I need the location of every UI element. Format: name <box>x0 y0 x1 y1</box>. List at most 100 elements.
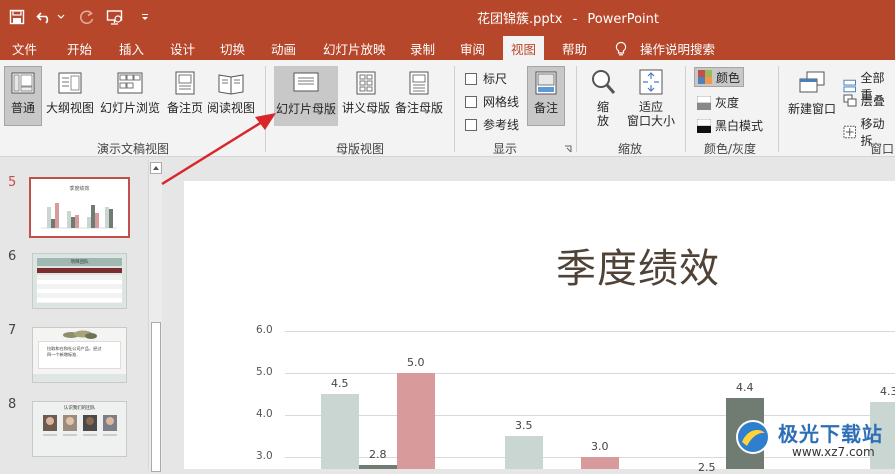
group-label-window: 窗口 <box>870 142 895 156</box>
ribbon-tabs: 文件 开始 插入 设计 切换 动画 幻灯片放映 录制 审阅 视图 帮助 操作说明… <box>0 34 895 60</box>
tell-me-label: 操作说明搜索 <box>640 42 716 57</box>
normal-view-button[interactable]: 普通 <box>4 66 42 126</box>
thumbnail-scrollbar[interactable] <box>148 160 162 472</box>
black-white-icon <box>697 118 711 133</box>
thumb8-title: 认识我们的团队 <box>63 406 96 411</box>
cascade-label: 层叠 <box>861 94 886 108</box>
notes-page-button[interactable]: 备注页 <box>165 67 205 116</box>
handout-master-label: 讲义母版 <box>341 101 390 115</box>
slide-thumbnail-6[interactable]: 项目团队 <box>32 253 127 309</box>
slide-master-button[interactable]: 幻灯片母版 <box>274 66 338 126</box>
slide-sorter-icon <box>117 72 143 94</box>
zoom-label: 缩放 <box>597 100 609 128</box>
thumb7-leaves-icon <box>63 330 97 339</box>
tab-design[interactable]: 设计 <box>170 39 195 58</box>
y-tick-label: 5.0 <box>256 366 273 378</box>
fit-to-window-button[interactable]: 适应 窗口大小 <box>624 67 678 128</box>
outline-view-icon <box>58 72 82 94</box>
save-icon[interactable] <box>6 6 28 28</box>
slide-thumbnail-pane: 5 季度绩效 6 项目团队 7 拉取和在和社公司产品，经过 四一个新增标准. 8… <box>0 157 165 469</box>
gridlines-checkbox[interactable]: 网格线 <box>465 93 519 110</box>
zoom-label-line2: 放 <box>596 114 609 128</box>
slide-number-8: 8 <box>8 397 17 412</box>
guides-checkbox-box[interactable] <box>465 118 477 131</box>
chart-bar[interactable] <box>397 373 435 469</box>
tab-insert[interactable]: 插入 <box>119 39 144 58</box>
y-tick-label: 3.0 <box>256 450 273 462</box>
grayscale-option[interactable]: 灰度 <box>697 94 739 111</box>
notes-toggle-label: 备注 <box>533 101 558 115</box>
tab-animations[interactable]: 动画 <box>271 39 296 58</box>
chart-bar[interactable] <box>359 465 397 469</box>
thumb7-text2: 四一个新增标准. <box>47 352 78 357</box>
ruler-checkbox[interactable]: 标尺 <box>465 70 507 87</box>
lightbulb-icon <box>615 41 627 55</box>
black-white-option[interactable]: 黑白模式 <box>697 117 763 134</box>
start-from-beginning-icon[interactable] <box>104 6 126 28</box>
gridlines-checkbox-box[interactable] <box>465 95 477 108</box>
tab-record[interactable]: 录制 <box>410 39 435 58</box>
notes-master-label: 备注母版 <box>394 101 443 115</box>
thumb5-chart-icon <box>41 203 117 229</box>
fit-to-window-label: 适应 窗口大小 <box>627 100 675 128</box>
notes-page-icon <box>175 71 195 95</box>
notes-master-icon <box>409 71 429 95</box>
scroll-up-icon[interactable] <box>150 162 162 174</box>
watermark-logo-icon <box>736 420 770 454</box>
notes-toggle-button[interactable]: 备注 <box>527 66 565 126</box>
color-option[interactable]: 颜色 <box>694 67 745 87</box>
slide-sorter-button[interactable]: 幻灯片浏览 <box>100 67 160 116</box>
undo-dropdown-icon[interactable] <box>56 6 66 28</box>
scroll-thumb[interactable] <box>151 322 161 472</box>
reading-view-button[interactable]: 阅读视图 <box>207 67 255 116</box>
tab-transitions[interactable]: 切换 <box>220 39 245 58</box>
tab-slideshow[interactable]: 幻灯片放映 <box>323 39 386 58</box>
slide-title[interactable]: 季度绩效 <box>556 236 720 294</box>
fit-to-window-icon <box>639 69 663 95</box>
chart-bar[interactable] <box>581 457 619 469</box>
chart-bar[interactable] <box>505 436 543 469</box>
tell-me-search[interactable]: 操作说明搜索 <box>614 39 715 58</box>
document-name: 花团锦簇.pptx <box>477 12 563 27</box>
outline-view-button[interactable]: 大纲视图 <box>46 67 94 116</box>
customize-qat-icon[interactable] <box>134 6 156 28</box>
cascade-button[interactable]: 层叠 <box>843 92 885 109</box>
handout-master-button[interactable]: 讲义母版 <box>340 67 392 116</box>
chart-gridline <box>285 373 895 374</box>
zoom-button[interactable]: 缩放 <box>584 67 622 128</box>
chart-data-label: 3.5 <box>515 419 533 432</box>
chart-data-label: 3.0 <box>591 440 609 453</box>
ribbon-view: 普通 大纲视图 幻灯片浏览 备注页 阅读视图 演示文稿视图 幻灯片母版 讲义母版… <box>0 60 895 157</box>
normal-view-icon <box>11 72 35 94</box>
app-name: PowerPoint <box>587 12 660 27</box>
zoom-label-line1: 缩 <box>596 100 609 114</box>
ruler-checkbox-box[interactable] <box>465 72 477 85</box>
notes-page-label: 备注页 <box>166 101 203 115</box>
tab-help[interactable]: 帮助 <box>562 39 587 58</box>
slide-thumbnail-5[interactable]: 季度绩效 <box>29 177 130 238</box>
title-bar: 花团锦簇.pptx - PowerPoint <box>0 0 895 34</box>
new-window-icon <box>799 71 825 93</box>
fit-label-line2: 窗口大小 <box>626 114 675 128</box>
slide-thumbnail-7[interactable]: 拉取和在和社公司产品，经过 四一个新增标准. <box>32 327 127 383</box>
chart-bar[interactable] <box>321 394 359 469</box>
dialog-launcher-icon[interactable] <box>564 145 572 153</box>
guides-checkbox[interactable]: 参考线 <box>465 116 519 133</box>
chart-data-label: 4.4 <box>736 381 754 395</box>
new-window-button[interactable]: 新建窗口 <box>786 67 838 117</box>
grayscale-icon <box>697 95 711 110</box>
slide-thumbnail-8[interactable]: 认识我们的团队 <box>32 401 127 457</box>
tab-view[interactable]: 视图 <box>503 36 545 60</box>
redo-icon[interactable] <box>76 6 98 28</box>
undo-icon[interactable] <box>34 6 56 28</box>
new-window-label: 新建窗口 <box>787 102 836 116</box>
watermark-url: www.xz7.com <box>792 445 875 459</box>
notes-master-button[interactable]: 备注母版 <box>393 67 445 116</box>
thumb8-team-photos-icon <box>43 415 117 436</box>
thumb7-text1: 拉取和在和社公司产品，经过 <box>47 346 102 351</box>
window-title: 花团锦簇.pptx - PowerPoint <box>477 8 659 27</box>
tab-review[interactable]: 审阅 <box>460 39 485 58</box>
tab-home[interactable]: 开始 <box>67 39 92 58</box>
tab-file[interactable]: 文件 <box>12 39 37 58</box>
chart-data-label: 4.5 <box>331 377 349 390</box>
